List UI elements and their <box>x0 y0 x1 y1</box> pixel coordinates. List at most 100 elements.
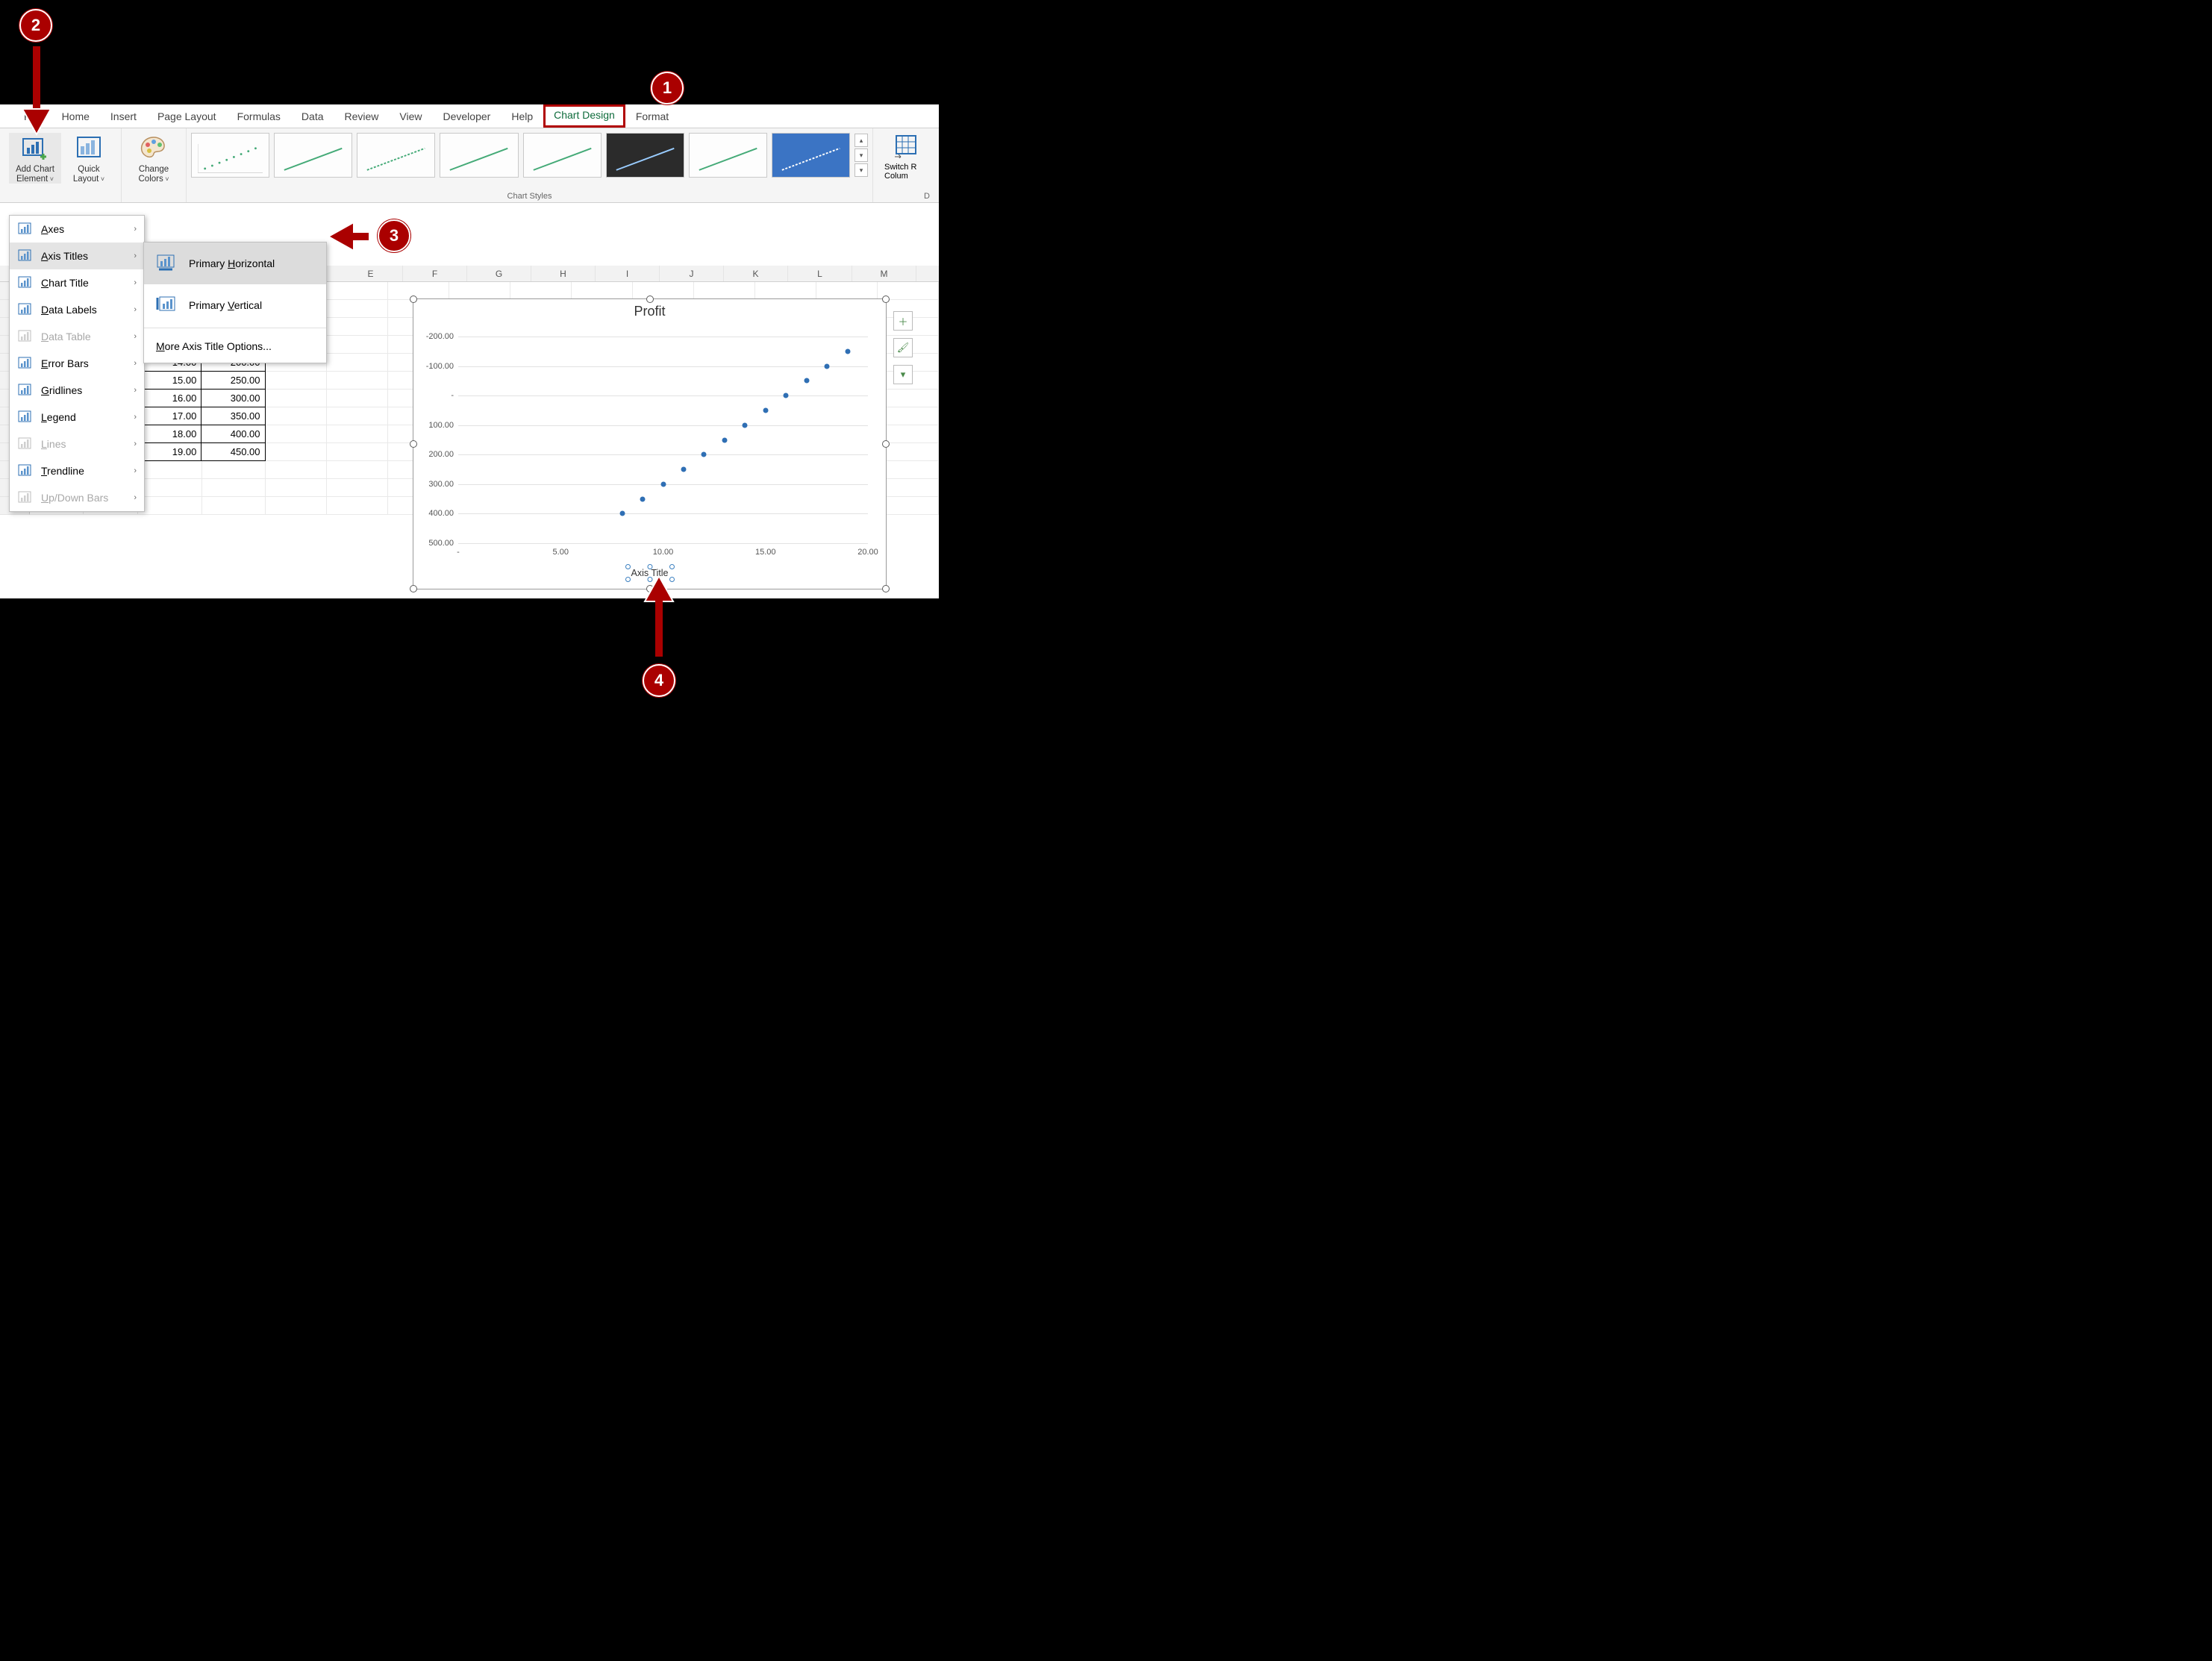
cell[interactable] <box>266 390 327 407</box>
cell[interactable] <box>327 407 388 425</box>
cell[interactable] <box>327 443 388 461</box>
chart-styles-more[interactable]: ▾ <box>855 163 868 177</box>
col-header-l[interactable]: L <box>788 266 852 281</box>
cell[interactable] <box>266 372 327 390</box>
cell[interactable] <box>327 390 388 407</box>
cell[interactable] <box>327 336 388 354</box>
chart-plot-area[interactable]: 500.00400.00300.00200.00100.00--100.00-2… <box>458 337 868 544</box>
chart-style-2[interactable] <box>274 133 352 178</box>
cell[interactable] <box>327 300 388 318</box>
tab-chart-design[interactable]: Chart Design <box>543 104 625 128</box>
col-header-h[interactable]: H <box>531 266 596 281</box>
data-point[interactable] <box>619 511 625 516</box>
cell[interactable] <box>327 372 388 390</box>
cell-profit[interactable] <box>202 461 266 479</box>
tab-formulas[interactable]: Formulas <box>227 106 291 127</box>
cell-profit[interactable]: 300.00 <box>201 389 265 407</box>
menu-primary-vertical[interactable]: Primary Vertical <box>144 284 326 326</box>
switch-row-column-button[interactable]: Switch RColum <box>881 133 933 181</box>
col-header-f[interactable]: F <box>403 266 467 281</box>
tab-review[interactable]: Review <box>334 106 390 127</box>
data-point[interactable] <box>825 363 830 369</box>
menu-more-axis-title-options[interactable]: More Axis Title Options... <box>144 330 326 363</box>
menu-item-trendline[interactable]: Trendline› <box>10 457 144 484</box>
col-header-k[interactable]: K <box>724 266 788 281</box>
cell-price[interactable] <box>138 479 202 497</box>
cell-price[interactable]: 16.00 <box>137 389 201 407</box>
cell[interactable] <box>878 407 939 425</box>
chart-style-5[interactable] <box>523 133 602 178</box>
cell[interactable] <box>510 282 572 300</box>
cell-price[interactable]: 15.00 <box>137 371 201 390</box>
col-header-g[interactable]: G <box>467 266 531 281</box>
chart-style-3[interactable] <box>357 133 435 178</box>
add-chart-element-button[interactable]: Add Chart Element <box>9 133 61 184</box>
data-point[interactable] <box>804 378 809 384</box>
tab-data[interactable]: Data <box>291 106 334 127</box>
cell[interactable] <box>878 461 939 479</box>
data-point[interactable] <box>743 422 748 428</box>
change-colors-button[interactable]: Change Colors <box>128 133 180 184</box>
tab-page-layout[interactable]: Page Layout <box>147 106 227 127</box>
cell-profit[interactable]: 350.00 <box>201 407 265 425</box>
cell[interactable] <box>266 497 327 515</box>
data-point[interactable] <box>660 481 666 487</box>
col-header-e[interactable]: E <box>339 266 403 281</box>
cell-profit[interactable] <box>202 497 266 515</box>
chart-style-7[interactable] <box>689 133 767 178</box>
cell[interactable] <box>633 282 694 300</box>
cell[interactable] <box>755 282 816 300</box>
col-header-i[interactable]: I <box>596 266 660 281</box>
cell[interactable] <box>266 407 327 425</box>
menu-item-error-bars[interactable]: Error Bars› <box>10 350 144 377</box>
chart-elements-button[interactable]: ＋ <box>893 311 913 331</box>
cell[interactable] <box>816 282 878 300</box>
quick-layout-button[interactable]: Quick Layout <box>63 133 115 184</box>
data-point[interactable] <box>784 393 789 398</box>
embedded-chart[interactable]: Profit 500.00400.00300.00200.00100.00--1… <box>413 298 887 589</box>
cell[interactable] <box>449 282 510 300</box>
data-point[interactable] <box>640 496 646 501</box>
cell-price[interactable]: 17.00 <box>137 407 201 425</box>
tab-home[interactable]: Home <box>51 106 100 127</box>
cell[interactable] <box>327 354 388 372</box>
cell[interactable] <box>266 425 327 443</box>
chart-styles-down[interactable]: ▾ <box>855 148 868 162</box>
cell[interactable] <box>572 282 633 300</box>
cell-profit[interactable] <box>202 479 266 497</box>
chart-style-8[interactable] <box>772 133 850 178</box>
menu-item-data-labels[interactable]: Data Labels› <box>10 296 144 323</box>
tab-insert[interactable]: Insert <box>100 106 147 127</box>
chart-filters-button[interactable]: ▾ <box>893 365 913 384</box>
menu-primary-horizontal[interactable]: Primary Horizontal <box>144 243 326 284</box>
tab-help[interactable]: Help <box>501 106 543 127</box>
data-point[interactable] <box>722 437 727 442</box>
chart-styles-up[interactable]: ▴ <box>855 134 868 147</box>
tab-view[interactable]: View <box>389 106 432 127</box>
chart-style-4[interactable] <box>440 133 518 178</box>
cell[interactable] <box>327 318 388 336</box>
menu-item-axis-titles[interactable]: Axis Titles› <box>10 243 144 269</box>
tab-format[interactable]: Format <box>625 106 679 127</box>
menu-item-gridlines[interactable]: Gridlines› <box>10 377 144 404</box>
data-point[interactable] <box>681 467 686 472</box>
data-point[interactable] <box>763 407 768 413</box>
cell-price[interactable] <box>138 461 202 479</box>
cell[interactable] <box>266 443 327 461</box>
chart-style-6[interactable] <box>606 133 684 178</box>
tab-developer[interactable]: Developer <box>433 106 502 127</box>
cell[interactable] <box>878 479 939 497</box>
cell-profit[interactable]: 250.00 <box>201 371 265 390</box>
cell[interactable] <box>878 390 939 407</box>
menu-item-legend[interactable]: Legend› <box>10 404 144 431</box>
col-header-m[interactable]: M <box>852 266 916 281</box>
cell[interactable] <box>266 479 327 497</box>
data-point[interactable] <box>702 452 707 457</box>
cell[interactable] <box>327 282 388 300</box>
chart-style-1[interactable] <box>191 133 269 178</box>
cell[interactable] <box>266 461 327 479</box>
cell[interactable] <box>327 497 388 515</box>
cell[interactable] <box>878 497 939 515</box>
menu-item-axes[interactable]: Axes› <box>10 216 144 243</box>
cell[interactable] <box>388 282 449 300</box>
